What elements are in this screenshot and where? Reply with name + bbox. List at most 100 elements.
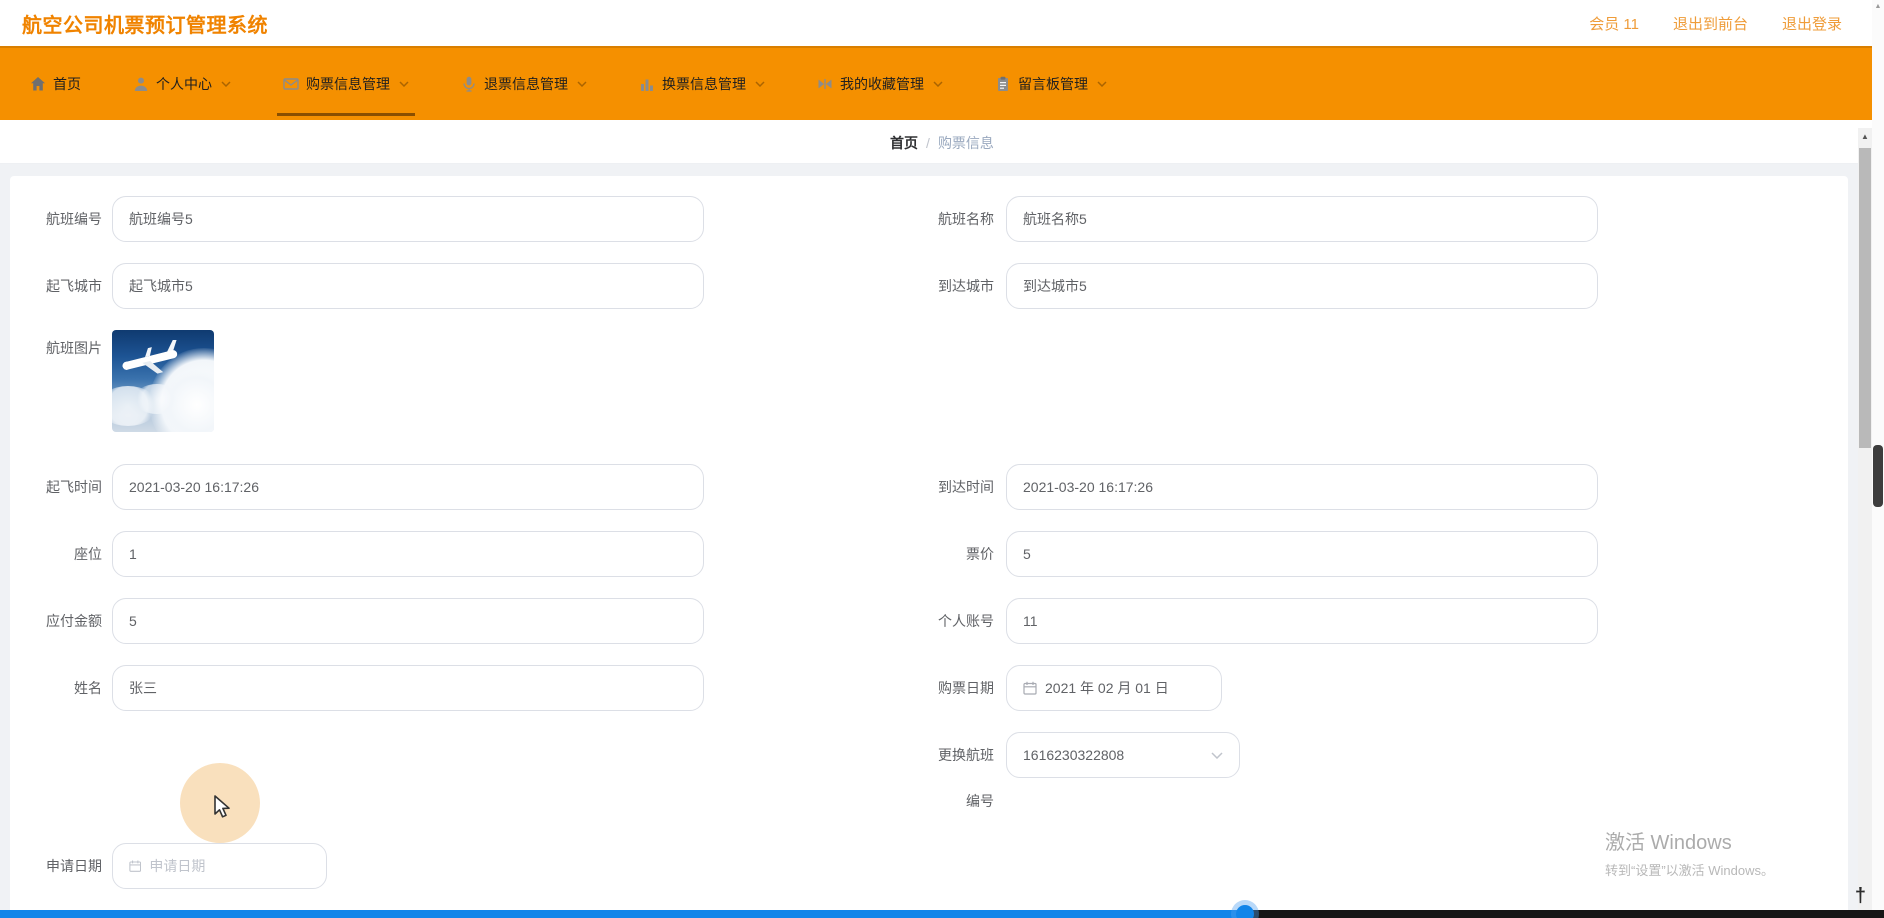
chevron-down-icon	[221, 81, 231, 87]
exit-to-front-link[interactable]: 退出到前台	[1673, 13, 1748, 34]
account-input[interactable]	[1006, 598, 1598, 644]
nav-label: 个人中心	[156, 76, 212, 92]
name-input[interactable]	[112, 665, 704, 711]
breadcrumb-current: 购票信息	[937, 134, 994, 151]
nav-label: 换票信息管理	[662, 76, 746, 92]
form-row: 到达城市	[928, 263, 1598, 309]
video-playhead[interactable]	[1236, 905, 1254, 918]
form-row: 更换航班编号 1616230322808	[928, 732, 1240, 824]
buy-date-value: 2021 年 02 月 01 日	[1045, 680, 1169, 696]
text-cursor-icon: †	[1854, 885, 1866, 907]
inner-scrollbar[interactable]: ▲	[1858, 128, 1872, 910]
form-row: 到达时间	[928, 464, 1598, 510]
form-row: 姓名	[30, 665, 704, 711]
nav-label: 购票信息管理	[306, 76, 390, 92]
video-progress-bar[interactable]	[0, 905, 1884, 918]
chevron-down-icon	[933, 81, 943, 87]
field-label: 姓名	[74, 680, 102, 696]
apply-date-input[interactable]	[149, 858, 310, 874]
calendar-icon	[129, 860, 142, 872]
flight-no-input[interactable]	[112, 196, 704, 242]
form-row: 申请日期	[30, 843, 327, 889]
form-row: 应付金额	[30, 598, 704, 644]
price-input[interactable]	[1006, 531, 1598, 577]
chevron-down-icon	[755, 81, 765, 87]
nav-item-ticket-refund[interactable]: 退票信息管理	[461, 48, 587, 120]
field-label: 应付金额	[46, 613, 102, 629]
change-flight-value: 1616230322808	[1023, 747, 1125, 763]
member-badge: 会员 11	[1589, 15, 1639, 33]
apply-date-picker[interactable]	[112, 843, 327, 889]
form-row: 票价	[928, 531, 1598, 577]
field-label: 到达城市	[938, 278, 994, 294]
field-label: 起飞时间	[46, 479, 102, 495]
field-label: 航班名称	[938, 211, 994, 227]
video-progress-played	[0, 910, 1247, 918]
nav-label: 我的收藏管理	[840, 76, 924, 92]
arrive-time-input[interactable]	[1006, 464, 1598, 510]
microphone-icon	[463, 76, 475, 92]
browser-scrollbar-thumb[interactable]	[1873, 445, 1883, 507]
form-row: 航班名称	[928, 196, 1598, 242]
scroll-up-arrow-icon[interactable]: ▲	[1858, 130, 1872, 142]
watermark-line1: 激活 Windows	[1605, 832, 1732, 854]
breadcrumb-bar: 首页 / 购票信息	[0, 122, 1884, 164]
form-row: 起飞城市	[30, 263, 704, 309]
nav-item-my-favorites[interactable]: 我的收藏管理	[817, 48, 943, 120]
chevron-down-icon	[577, 81, 587, 87]
field-label: 票价	[966, 546, 994, 562]
amount-input[interactable]	[112, 598, 704, 644]
calendar-icon	[1023, 681, 1037, 695]
field-label: 航班图片	[46, 340, 102, 356]
browser-scrollbar[interactable]: ▲	[1872, 0, 1884, 918]
nav-item-personal-center[interactable]: 个人中心	[133, 48, 231, 120]
mouse-cursor-icon	[214, 795, 230, 818]
depart-time-input[interactable]	[112, 464, 704, 510]
field-label: 更换航班编号	[938, 747, 994, 809]
form-row: 起飞时间	[30, 464, 704, 510]
nav-item-home[interactable]: 首页	[30, 48, 81, 120]
nav-item-message-board[interactable]: 留言板管理	[995, 48, 1107, 120]
form-row-flight-image: 航班图片	[30, 330, 214, 432]
clipboard-icon	[998, 76, 1008, 91]
arrive-city-input[interactable]	[1006, 263, 1598, 309]
field-label: 航班编号	[46, 211, 102, 227]
chevron-down-icon	[1211, 751, 1223, 759]
chevron-down-icon	[1097, 81, 1107, 87]
airplane-photo[interactable]	[112, 330, 214, 432]
chevron-down-icon	[399, 81, 409, 87]
watermark-line2: 转到“设置”以激活 Windows。	[1605, 863, 1775, 878]
breadcrumb: 首页 / 购票信息	[890, 133, 994, 153]
logout-link[interactable]: 退出登录	[1782, 13, 1842, 34]
field-label: 座位	[74, 546, 102, 562]
flight-name-input[interactable]	[1006, 196, 1598, 242]
field-label: 申请日期	[46, 858, 102, 874]
nav-label: 留言板管理	[1018, 76, 1088, 92]
inner-scrollbar-thumb[interactable]	[1859, 148, 1871, 448]
nav-label: 首页	[53, 76, 81, 92]
scroll-up-arrow-icon[interactable]: ▲	[1872, 3, 1884, 10]
mail-icon	[283, 78, 299, 90]
change-flight-select[interactable]: 1616230322808	[1006, 732, 1240, 778]
field-label: 个人账号	[938, 613, 994, 629]
bar-chart-icon	[641, 79, 653, 91]
home-icon	[31, 77, 45, 91]
seat-input[interactable]	[112, 531, 704, 577]
main-nav: 首页 个人中心 购票信息管理 退票信息管理 换票信息管理 我的收藏管理 留言板管…	[0, 46, 1884, 120]
field-label: 购票日期	[938, 680, 994, 696]
form-row: 航班编号	[30, 196, 704, 242]
windows-activation-watermark: 激活 Windows 转到“设置”以激活 Windows。	[1605, 826, 1774, 879]
cloud-shape	[134, 384, 180, 414]
cursor-highlight	[180, 763, 260, 843]
airplane-graphic	[122, 340, 178, 374]
buy-date-picker[interactable]: 2021 年 02 月 01 日	[1006, 665, 1222, 711]
breadcrumb-home[interactable]: 首页	[890, 133, 918, 153]
form-row: 购票日期 2021 年 02 月 01 日	[928, 665, 1222, 711]
field-label: 起飞城市	[46, 278, 102, 294]
form-row: 个人账号	[928, 598, 1598, 644]
nav-item-ticket-exchange[interactable]: 换票信息管理	[639, 48, 765, 120]
app-title: 航空公司机票预订管理系统	[22, 14, 268, 37]
field-label: 到达时间	[938, 479, 994, 495]
nav-item-ticket-purchase[interactable]: 购票信息管理	[277, 48, 415, 120]
depart-city-input[interactable]	[112, 263, 704, 309]
